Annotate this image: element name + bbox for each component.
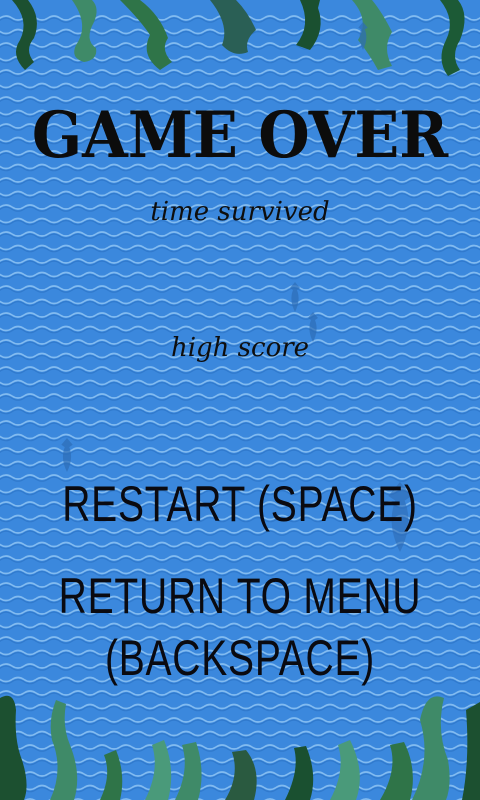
seaweed-strand (120, 0, 172, 70)
seaweed-strand (462, 702, 480, 800)
game-over-title: GAME OVER (31, 98, 449, 173)
game-over-screen: GAME OVER time survived high score RESTA… (0, 0, 480, 800)
fish-silhouette (358, 22, 368, 50)
seaweed-strand (50, 700, 78, 800)
seaweed-top (12, 0, 465, 76)
high-score-label: high score (170, 333, 310, 363)
return-to-menu-label: RETURN TO MENU (58, 568, 422, 624)
seaweed-strand (12, 0, 37, 70)
seaweed-strand (145, 740, 172, 800)
fish-silhouette (61, 438, 73, 472)
seaweed-strand (175, 742, 202, 800)
seaweed-strand (225, 750, 257, 800)
seaweed-strand (380, 742, 413, 800)
seaweed-strand (412, 696, 450, 800)
seaweed-strand (330, 740, 360, 800)
restart-button[interactable]: RESTART (SPACE) (53, 473, 427, 535)
seaweed-strand (100, 750, 123, 800)
seaweed-strand (72, 0, 97, 62)
seaweed-strand (0, 695, 27, 800)
seaweed-strand (296, 0, 321, 50)
seaweed-strand (440, 0, 465, 76)
backspace-hint-label: (BACKSPACE) (104, 630, 376, 686)
return-to-menu-button[interactable]: RETURN TO MENU (BACKSPACE) (53, 565, 427, 689)
seaweed-strand (210, 0, 256, 54)
fish-silhouette (290, 282, 300, 312)
seaweed-strand (285, 746, 314, 800)
time-survived-label: time survived (150, 197, 330, 227)
seaweed-bottom (0, 695, 480, 800)
